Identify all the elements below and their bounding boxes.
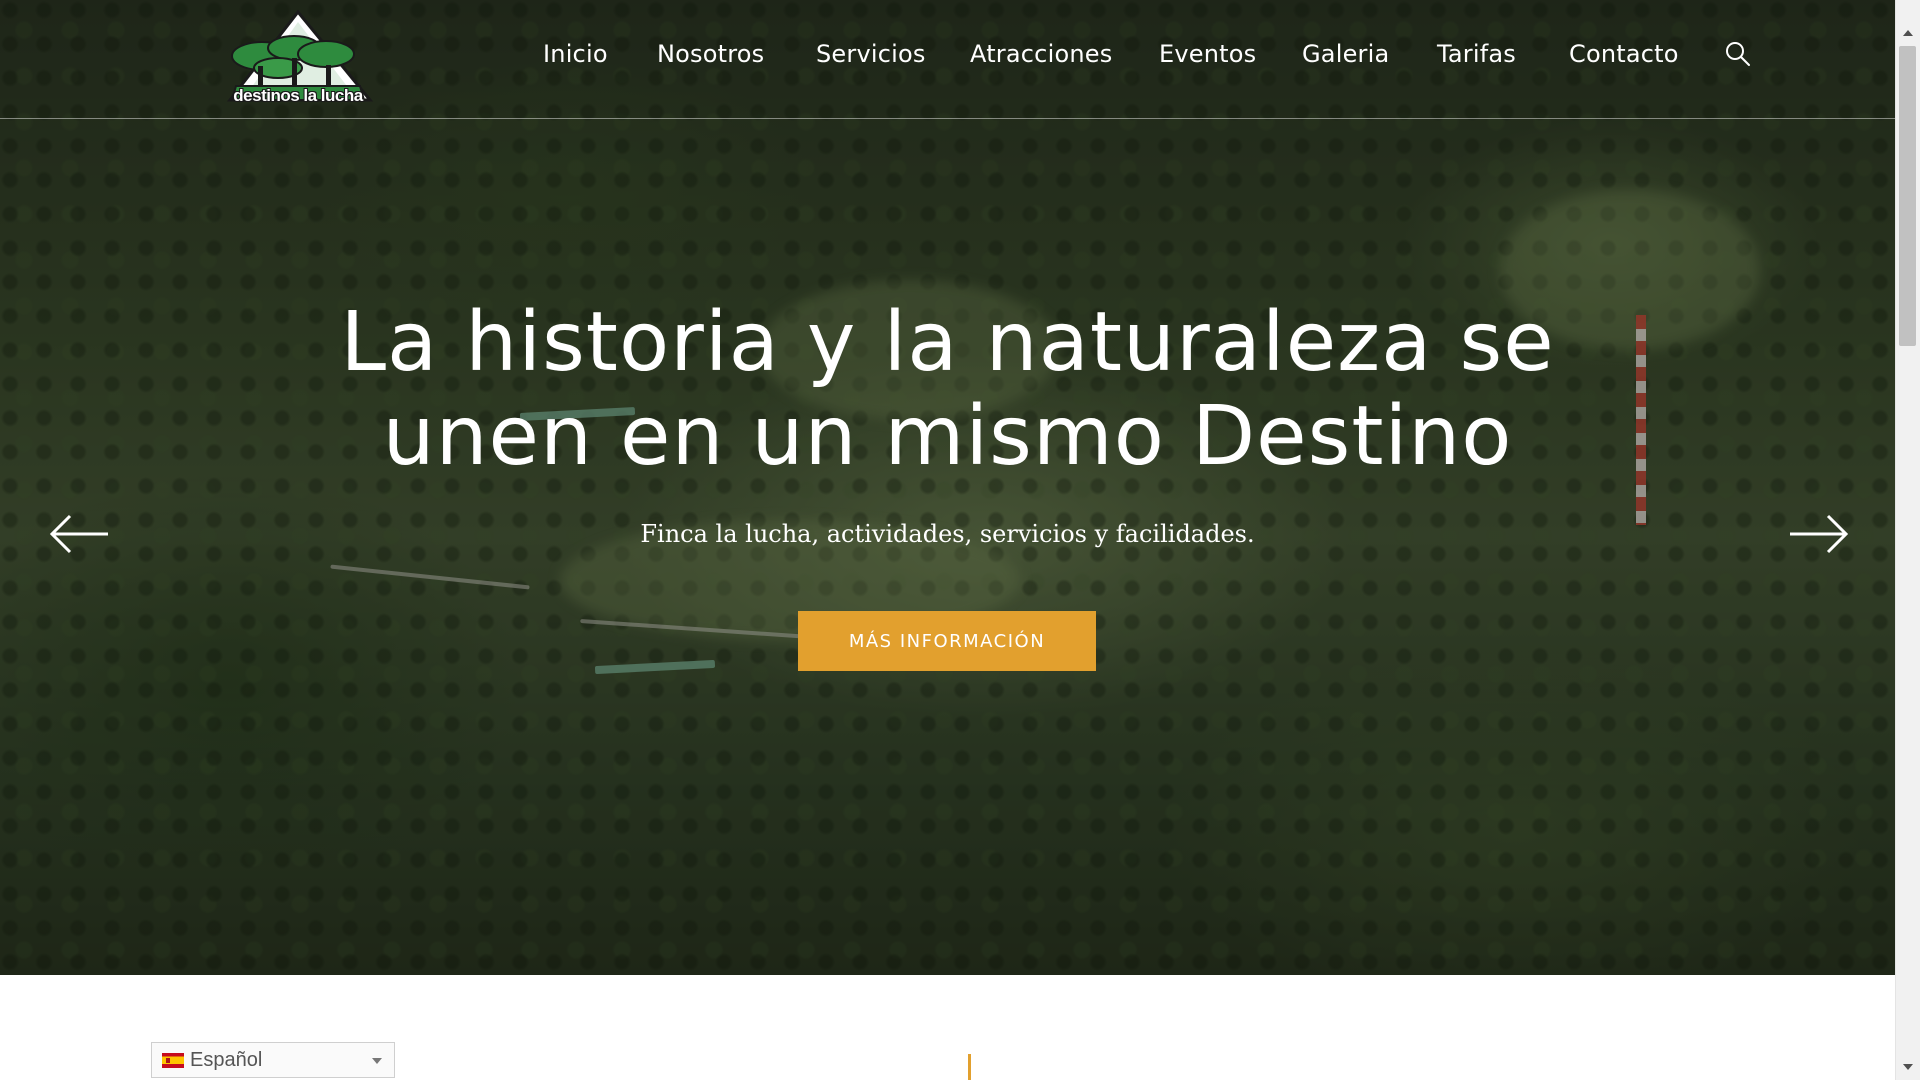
slider-prev-button[interactable] [48, 510, 112, 558]
hero-title-line: La historia y la naturaleza se [340, 295, 1555, 390]
site-logo[interactable]: destinos la lucha [222, 8, 374, 110]
nav-item-nosotros[interactable]: Nosotros [657, 40, 764, 68]
nav-item-tarifas[interactable]: Tarifas [1437, 40, 1516, 68]
flag-emblem [166, 1058, 170, 1063]
hero-overlay [0, 0, 1895, 975]
language-selector[interactable]: Español [151, 1042, 395, 1078]
arrow-right-icon [1790, 514, 1849, 554]
arrow-left-icon [49, 514, 108, 554]
nav-item-servicios[interactable]: Servicios [816, 40, 926, 68]
scroll-up-icon[interactable] [1903, 30, 1913, 36]
page-scrollbar[interactable] [1895, 0, 1920, 1080]
page: destinos la lucha Inicio Nosotros Servic… [0, 0, 1920, 1080]
nav-item-inicio[interactable]: Inicio [543, 40, 608, 68]
nav-item-contacto[interactable]: Contacto [1569, 40, 1679, 68]
nav-item-atracciones[interactable]: Atracciones [970, 40, 1112, 68]
more-info-button[interactable]: MÁS INFORMACIÓN [798, 611, 1096, 671]
section-accent-bar [968, 1054, 971, 1080]
nav-item-galeria[interactable]: Galeria [1302, 40, 1389, 68]
slider-next-button[interactable] [1786, 510, 1850, 558]
logo-text: destinos la lucha [233, 86, 363, 105]
hero-title-line: unen en un mismo Destino [382, 389, 1513, 484]
search-button[interactable] [1724, 40, 1752, 68]
nav-item-eventos[interactable]: Eventos [1159, 40, 1256, 68]
site-header: destinos la lucha Inicio Nosotros Servic… [0, 0, 1895, 119]
hero-title: La historia y la naturaleza se unen en u… [320, 296, 1575, 484]
scroll-down-icon[interactable] [1903, 1064, 1913, 1070]
hero-slider [0, 0, 1895, 975]
spain-flag-icon [162, 1053, 184, 1068]
search-icon [1726, 42, 1750, 66]
hero-subtitle: Finca la lucha, actividades, servicios y… [640, 520, 1255, 548]
language-label: Español [190, 1049, 263, 1071]
scroll-thumb[interactable] [1899, 46, 1916, 346]
chevron-down-icon [372, 1058, 382, 1064]
